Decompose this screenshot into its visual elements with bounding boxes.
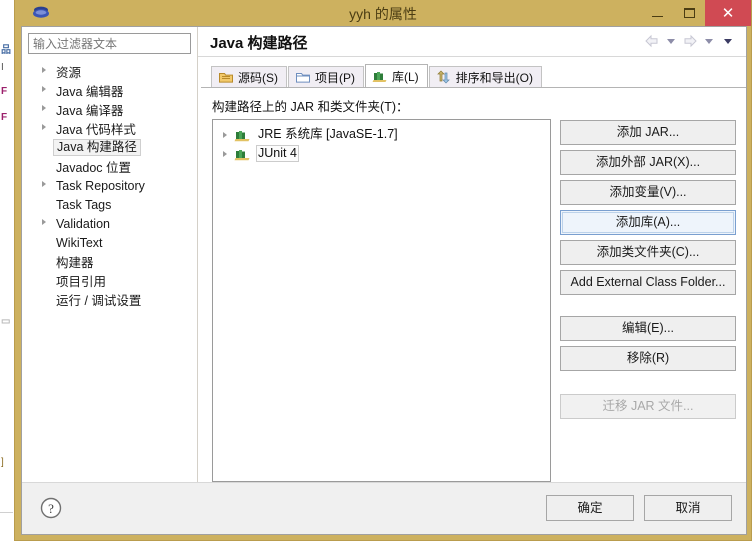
tab-label: 库(L) (392, 69, 419, 84)
settings-tree: 资源 Java 编辑器 Java 编译器 Java 代码样式 Java 构建路径 (22, 62, 197, 309)
sidebar-item-label: Java 编辑器 (56, 85, 124, 99)
add-external-jar-button[interactable]: 添加外部 JAR(X)... (560, 150, 736, 176)
sidebar-item-run-debug-settings[interactable]: 运行 / 调试设置 (22, 290, 197, 309)
library-icon (234, 128, 251, 142)
ok-button[interactable]: 确定 (546, 495, 634, 522)
sidebar-item-label: Validation (56, 216, 110, 231)
footer-buttons: 确定 取消 (546, 495, 732, 522)
dialog-footer: ? 确定 取消 (22, 482, 746, 534)
close-icon: ✕ (721, 4, 735, 22)
sidebar-item-label: 运行 / 调试设置 (56, 294, 142, 308)
library-icon (234, 147, 251, 161)
sidebar-item-label: Javadoc 位置 (56, 161, 132, 175)
settings-tree-pane: 资源 Java 编辑器 Java 编译器 Java 代码样式 Java 构建路径 (22, 27, 198, 483)
list-item-label: JRE 系统库 [JavaSE-1.7] (258, 127, 398, 142)
tab-projects[interactable]: 项目(P) (288, 66, 364, 88)
list-item[interactable]: JUnit 4 (213, 144, 550, 163)
add-jar-button[interactable]: 添加 JAR... (560, 120, 736, 146)
sidebar-item-label: Task Tags (56, 197, 112, 212)
settings-page-pane: Java 构建路径 源码(S) 项目(P) 库(L) 排序和导出(O) 构建路径… (198, 27, 746, 483)
sidebar-item-label: Java 构建路径 (53, 139, 141, 156)
background-fragment: I (1, 62, 4, 73)
maximize-button[interactable] (673, 0, 705, 26)
page-navigation-toolbar (644, 34, 736, 48)
order-export-icon (436, 70, 452, 84)
page-body: 源码(S) 项目(P) 库(L) 排序和导出(O) 构建路径上的 JAR 和类文… (198, 57, 746, 483)
sidebar-item-task-tags[interactable]: Task Tags (22, 195, 197, 214)
forward-history-chevron-down-icon[interactable] (705, 38, 713, 44)
sidebar-item-label: Java 编译器 (56, 104, 124, 118)
list-item[interactable]: JRE 系统库 [JavaSE-1.7] (213, 125, 550, 144)
sidebar-item-java-build-path[interactable]: Java 构建路径 (22, 138, 197, 157)
back-history-chevron-down-icon[interactable] (667, 38, 675, 44)
source-folder-icon (218, 70, 234, 84)
sidebar-item-label: Java 代码样式 (56, 123, 136, 137)
tab-label: 项目(P) (315, 70, 355, 85)
dialog-body: 资源 Java 编辑器 Java 编译器 Java 代码样式 Java 构建路径 (22, 27, 746, 483)
forward-arrow-icon[interactable] (682, 34, 698, 48)
dialog-client-area: 资源 Java 编辑器 Java 编译器 Java 代码样式 Java 构建路径 (21, 26, 747, 535)
background-fragment: F (1, 86, 8, 97)
add-external-class-folder-button[interactable]: Add External Class Folder... (560, 270, 736, 296)
filter-wrapper (22, 33, 197, 54)
sidebar-item-task-repository[interactable]: Task Repository (22, 176, 197, 195)
sidebar-item-label: WikiText (56, 235, 103, 250)
page-title: Java 构建路径 (210, 35, 308, 52)
svg-text:?: ? (48, 501, 54, 516)
sidebar-item-label: 构建器 (56, 256, 94, 270)
sidebar-item-builders[interactable]: 构建器 (22, 252, 197, 271)
list-item-label: JUnit 4 (256, 145, 299, 163)
tab-libraries[interactable]: 库(L) (365, 64, 428, 88)
section-label: 构建路径上的 JAR 和类文件夹(T)： (212, 100, 409, 115)
close-button[interactable]: ✕ (705, 0, 751, 26)
minimize-button[interactable] (641, 0, 673, 26)
edit-button[interactable]: 编辑(E)... (560, 316, 736, 342)
sidebar-item-java-editor[interactable]: Java 编辑器 (22, 81, 197, 100)
tabs-underline (201, 87, 746, 89)
libraries-content-row: JRE 系统库 [JavaSE-1.7] JUnit 4 添加 JAR... 添… (208, 119, 736, 483)
remove-button[interactable]: 移除(R) (560, 346, 736, 372)
background-fragment: 品 (1, 45, 11, 56)
background-fragment: ▭ (1, 316, 11, 327)
library-icon (372, 69, 388, 83)
libraries-list[interactable]: JRE 系统库 [JavaSE-1.7] JUnit 4 (212, 119, 551, 483)
filter-input[interactable] (28, 33, 191, 54)
migrate-jar-file-button: 迁移 JAR 文件... (560, 394, 736, 420)
build-path-tabs: 源码(S) 项目(P) 库(L) 排序和导出(O) (211, 64, 736, 88)
cancel-button[interactable]: 取消 (644, 495, 732, 522)
back-arrow-icon[interactable] (644, 34, 660, 48)
sidebar-item-label: 项目引用 (56, 275, 107, 289)
sidebar-item-java-code-style[interactable]: Java 代码样式 (22, 119, 197, 138)
add-class-folder-button[interactable]: 添加类文件夹(C)... (560, 240, 736, 266)
sidebar-item-wikitext[interactable]: WikiText (22, 233, 197, 252)
background-window-strip: 品 I F F ▭ ] (0, 0, 14, 549)
libraries-action-buttons: 添加 JAR... 添加外部 JAR(X)... 添加变量(V)... 添加库(… (560, 119, 736, 482)
page-header: Java 构建路径 (198, 27, 746, 58)
help-question-icon[interactable]: ? (38, 495, 64, 521)
sidebar-item-project-references[interactable]: 项目引用 (22, 271, 197, 290)
background-fragment: F (1, 112, 8, 123)
background-fragment: ] (1, 457, 4, 468)
add-variable-button[interactable]: 添加变量(V)... (560, 180, 736, 206)
window-controls: ✕ (641, 0, 751, 26)
title-bar: yyh 的属性 ✕ (15, 0, 751, 26)
tab-label: 源码(S) (238, 70, 278, 85)
tab-label: 排序和导出(O) (455, 70, 533, 85)
sidebar-item-resource[interactable]: 资源 (22, 62, 197, 81)
sidebar-item-java-compiler[interactable]: Java 编译器 (22, 100, 197, 119)
sidebar-item-validation[interactable]: Validation (22, 214, 197, 233)
background-divider (0, 512, 13, 513)
sidebar-item-javadoc-location[interactable]: Javadoc 位置 (22, 157, 197, 176)
add-library-button[interactable]: 添加库(A)... (560, 210, 736, 236)
properties-dialog: yyh 的属性 ✕ 资源 (14, 0, 752, 541)
tab-source[interactable]: 源码(S) (211, 66, 287, 88)
sidebar-item-label: 资源 (56, 66, 82, 80)
view-menu-chevron-down-icon[interactable] (724, 38, 732, 44)
project-icon (295, 70, 311, 84)
tab-order-and-export[interactable]: 排序和导出(O) (428, 66, 542, 88)
sidebar-item-label: Task Repository (56, 178, 145, 193)
